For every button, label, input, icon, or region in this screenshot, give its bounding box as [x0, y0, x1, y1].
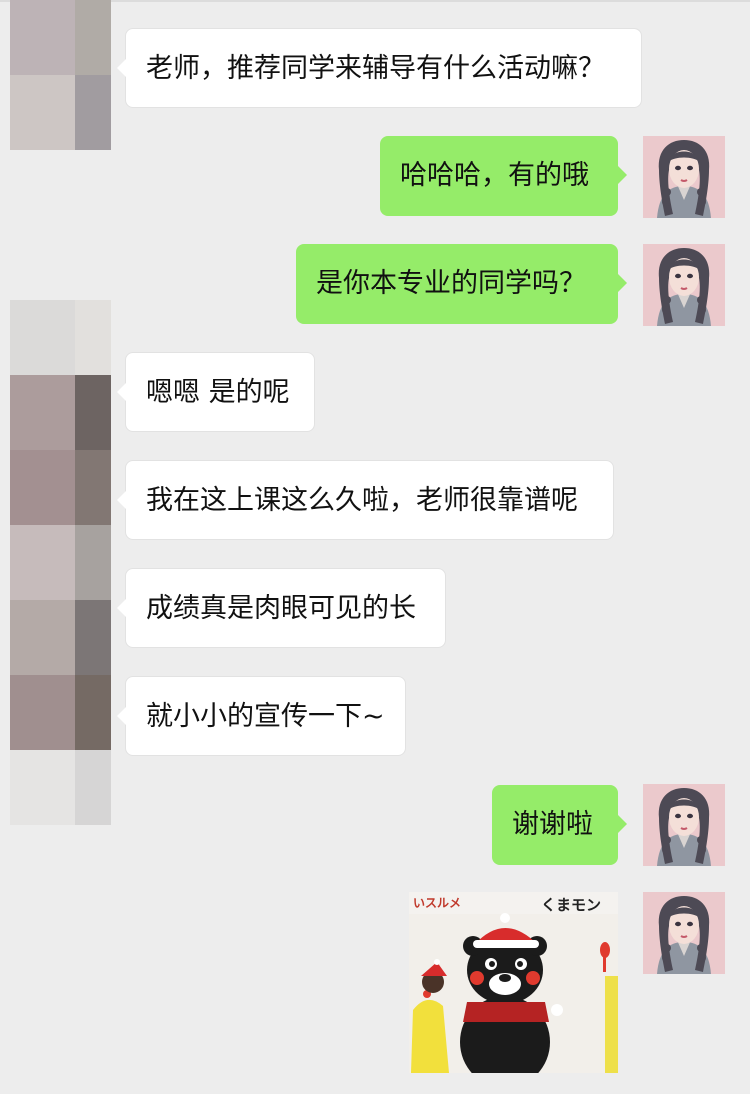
- message-bubble-incoming[interactable]: 老师，推荐同学来辅导有什么活动嘛？: [117, 28, 642, 108]
- sticker-banner-left: いスルメ: [413, 896, 462, 910]
- my-avatar[interactable]: [643, 136, 725, 218]
- my-avatar[interactable]: [643, 244, 725, 326]
- message-text: 哈哈哈，有的哦: [400, 160, 589, 191]
- message-text: 就小小的宣传一下~: [146, 701, 385, 732]
- message-bubble-outgoing[interactable]: 是你本专业的同学吗？: [296, 244, 627, 324]
- message-text: 是你本专业的同学吗？: [316, 268, 586, 299]
- message-text: 成绩真是肉眼可见的长: [146, 593, 416, 624]
- my-avatar[interactable]: [643, 784, 725, 866]
- kumamon-bear-icon: [409, 913, 618, 1073]
- message-bubble-incoming[interactable]: 成绩真是肉眼可见的长: [117, 568, 446, 648]
- sticker-message[interactable]: いスルメ くまモン: [409, 892, 618, 1073]
- message-text: 老师，推荐同学来辅导有什么活动嘛？: [146, 53, 605, 84]
- message-text: 谢谢啦: [512, 809, 593, 840]
- message-bubble-incoming[interactable]: 我在这上课这么久啦，老师很靠谱呢: [117, 460, 614, 540]
- sticker-banner-right: くまモン: [541, 896, 602, 914]
- message-text: 我在这上课这么久啦，老师很靠谱呢: [146, 485, 578, 516]
- top-divider: [0, 0, 750, 2]
- message-bubble-outgoing[interactable]: 哈哈哈，有的哦: [380, 136, 627, 216]
- message-bubble-incoming[interactable]: 就小小的宣传一下~: [117, 676, 406, 756]
- message-bubble-outgoing[interactable]: 谢谢啦: [492, 785, 627, 865]
- my-avatar[interactable]: [643, 892, 725, 974]
- message-text: 嗯嗯 是的呢: [146, 377, 290, 408]
- message-bubble-incoming[interactable]: 嗯嗯 是的呢: [117, 352, 315, 432]
